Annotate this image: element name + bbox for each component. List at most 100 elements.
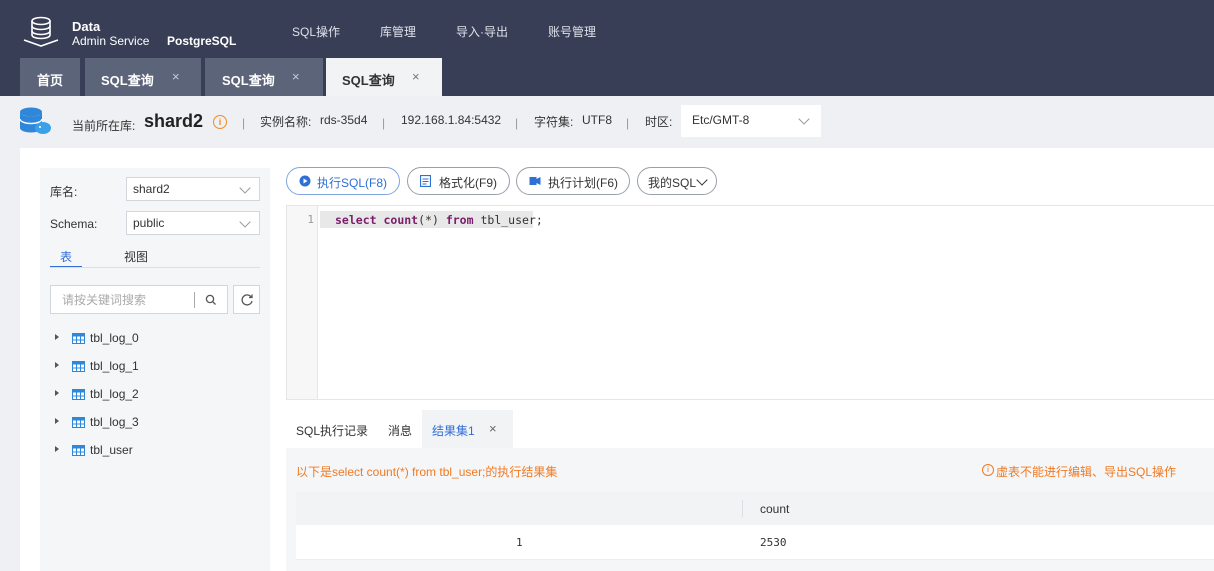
expand-arrow-icon[interactable] [55, 390, 59, 396]
my-sql-label: 我的SQL [648, 176, 697, 190]
line-gutter: 1 [287, 206, 318, 399]
expand-arrow-icon[interactable] [55, 418, 59, 424]
format-button[interactable]: 格式化(F9) [407, 167, 510, 195]
schema-label: Schema: [50, 217, 98, 231]
current-db-name: shard2 [144, 111, 204, 131]
nav-db-management[interactable]: 库管理 [380, 23, 416, 40]
tab-label: SQL查询 [101, 73, 154, 88]
tab-bar: 首页 SQL查询 × SQL查询 × SQL查询 × [0, 58, 1214, 96]
chevron-down-icon [239, 216, 251, 228]
expand-arrow-icon[interactable] [55, 446, 59, 452]
tab-result-set-1[interactable]: 结果集1 [432, 422, 475, 439]
instance-value: rds-35d4 [320, 113, 368, 127]
schema-select[interactable]: public [126, 211, 260, 235]
tab-label: 首页 [36, 73, 63, 88]
table-icon [72, 445, 85, 456]
tab-sql-history[interactable]: SQL执行记录 [296, 422, 368, 439]
divider: | [382, 116, 386, 130]
tab-tables[interactable]: 表 [60, 248, 72, 265]
tab-sql-query-2[interactable]: SQL查询 × [205, 58, 323, 96]
close-icon[interactable]: × [172, 69, 180, 84]
row-index: 1 [516, 536, 523, 549]
warning-text: 虚表不能进行编辑、导出SQL操作 [996, 465, 1177, 479]
brand-subtitle: Admin Service [72, 34, 150, 48]
execution-plan-label: 执行计划(F6) [548, 176, 618, 190]
cell-count[interactable]: 2530 [760, 536, 787, 549]
table-icon [72, 389, 85, 400]
database-icon [19, 107, 51, 134]
play-icon [299, 175, 311, 187]
tab-views[interactable]: 视图 [124, 248, 148, 265]
tab-label: SQL查询 [222, 73, 275, 88]
table-row[interactable] [296, 525, 1214, 560]
expand-arrow-icon[interactable] [55, 362, 59, 368]
tab-sql-query-3[interactable]: SQL查询 × [326, 58, 442, 96]
charset-label: 字符集: [534, 115, 574, 129]
charset-value: UTF8 [582, 113, 612, 127]
table-icon [72, 361, 85, 372]
product-name: PostgreSQL [167, 34, 237, 48]
timezone-select[interactable]: Etc/GMT-8 [681, 105, 821, 137]
close-icon[interactable]: × [292, 69, 300, 84]
column-header-count[interactable]: count [760, 502, 789, 516]
database-logo-icon [23, 16, 59, 47]
column-divider [742, 500, 743, 517]
address-value: 192.168.1.84:5432 [401, 113, 502, 127]
my-sql-button[interactable]: 我的SQL [637, 167, 717, 195]
current-db-label: 当前所在库: [72, 119, 136, 133]
sql-editor[interactable]: 1 select count(*) from tbl_user; [286, 205, 1214, 400]
chevron-down-icon [239, 182, 251, 194]
table-name: tbl_user [90, 443, 133, 457]
tab-home[interactable]: 首页 [20, 58, 80, 96]
tab-sql-query-1[interactable]: SQL查询 × [85, 58, 201, 96]
execute-sql-label: 执行SQL(F8) [317, 176, 388, 190]
execute-sql-button[interactable]: 执行SQL(F8) [286, 167, 400, 195]
line-number: 1 [307, 213, 314, 226]
chevron-down-icon [798, 113, 810, 125]
schema-select-value: public [133, 216, 165, 230]
search-divider [194, 292, 195, 308]
brand-name: Data [72, 19, 101, 34]
table-icon [72, 333, 85, 344]
timezone-label: 时区: [645, 115, 673, 129]
timezone-value: Etc/GMT-8 [692, 113, 750, 127]
table-icon [72, 417, 85, 428]
close-icon[interactable]: × [412, 69, 420, 84]
tab-label: SQL查询 [342, 73, 395, 88]
info-icon[interactable]: i [213, 115, 227, 129]
refresh-button[interactable] [233, 285, 260, 314]
db-select[interactable]: shard2 [126, 177, 260, 201]
result-table-header [296, 492, 1214, 525]
divider: | [242, 116, 246, 130]
divider: | [515, 116, 519, 130]
tab-divider [50, 267, 260, 268]
warning-icon: i [982, 464, 994, 476]
sql-keyword: select [335, 213, 377, 227]
db-label: 库名: [50, 185, 78, 199]
table-name: tbl_log_1 [90, 359, 139, 373]
nav-account-management[interactable]: 账号管理 [548, 23, 596, 40]
sql-keyword: from [445, 213, 474, 227]
table-search-input[interactable] [51, 286, 191, 313]
sql-code-line[interactable]: select count(*) from tbl_user; [335, 213, 543, 227]
table-name: tbl_log_3 [90, 415, 139, 429]
tab-messages[interactable]: 消息 [388, 422, 412, 439]
result-message: 以下是select count(*) from tbl_user;的执行结果集 [296, 465, 558, 479]
plan-icon [529, 177, 541, 185]
table-search-box [50, 285, 228, 314]
execution-plan-button[interactable]: 执行计划(F6) [516, 167, 630, 195]
sql-token: tbl_user; [480, 213, 543, 227]
close-icon[interactable]: × [489, 421, 497, 436]
table-name: tbl_log_2 [90, 387, 139, 401]
search-icon[interactable] [205, 294, 217, 306]
nav-import-export[interactable]: 导入·导出 [456, 23, 508, 40]
instance-label: 实例名称: [260, 115, 312, 129]
sql-keyword: count [383, 213, 419, 227]
table-name: tbl_log_0 [90, 331, 139, 345]
chevron-down-icon [696, 174, 708, 186]
expand-arrow-icon[interactable] [55, 334, 59, 340]
nav-sql-operations[interactable]: SQL操作 [292, 23, 340, 40]
top-header [0, 0, 1214, 58]
format-icon [420, 175, 431, 187]
refresh-icon [241, 294, 253, 306]
